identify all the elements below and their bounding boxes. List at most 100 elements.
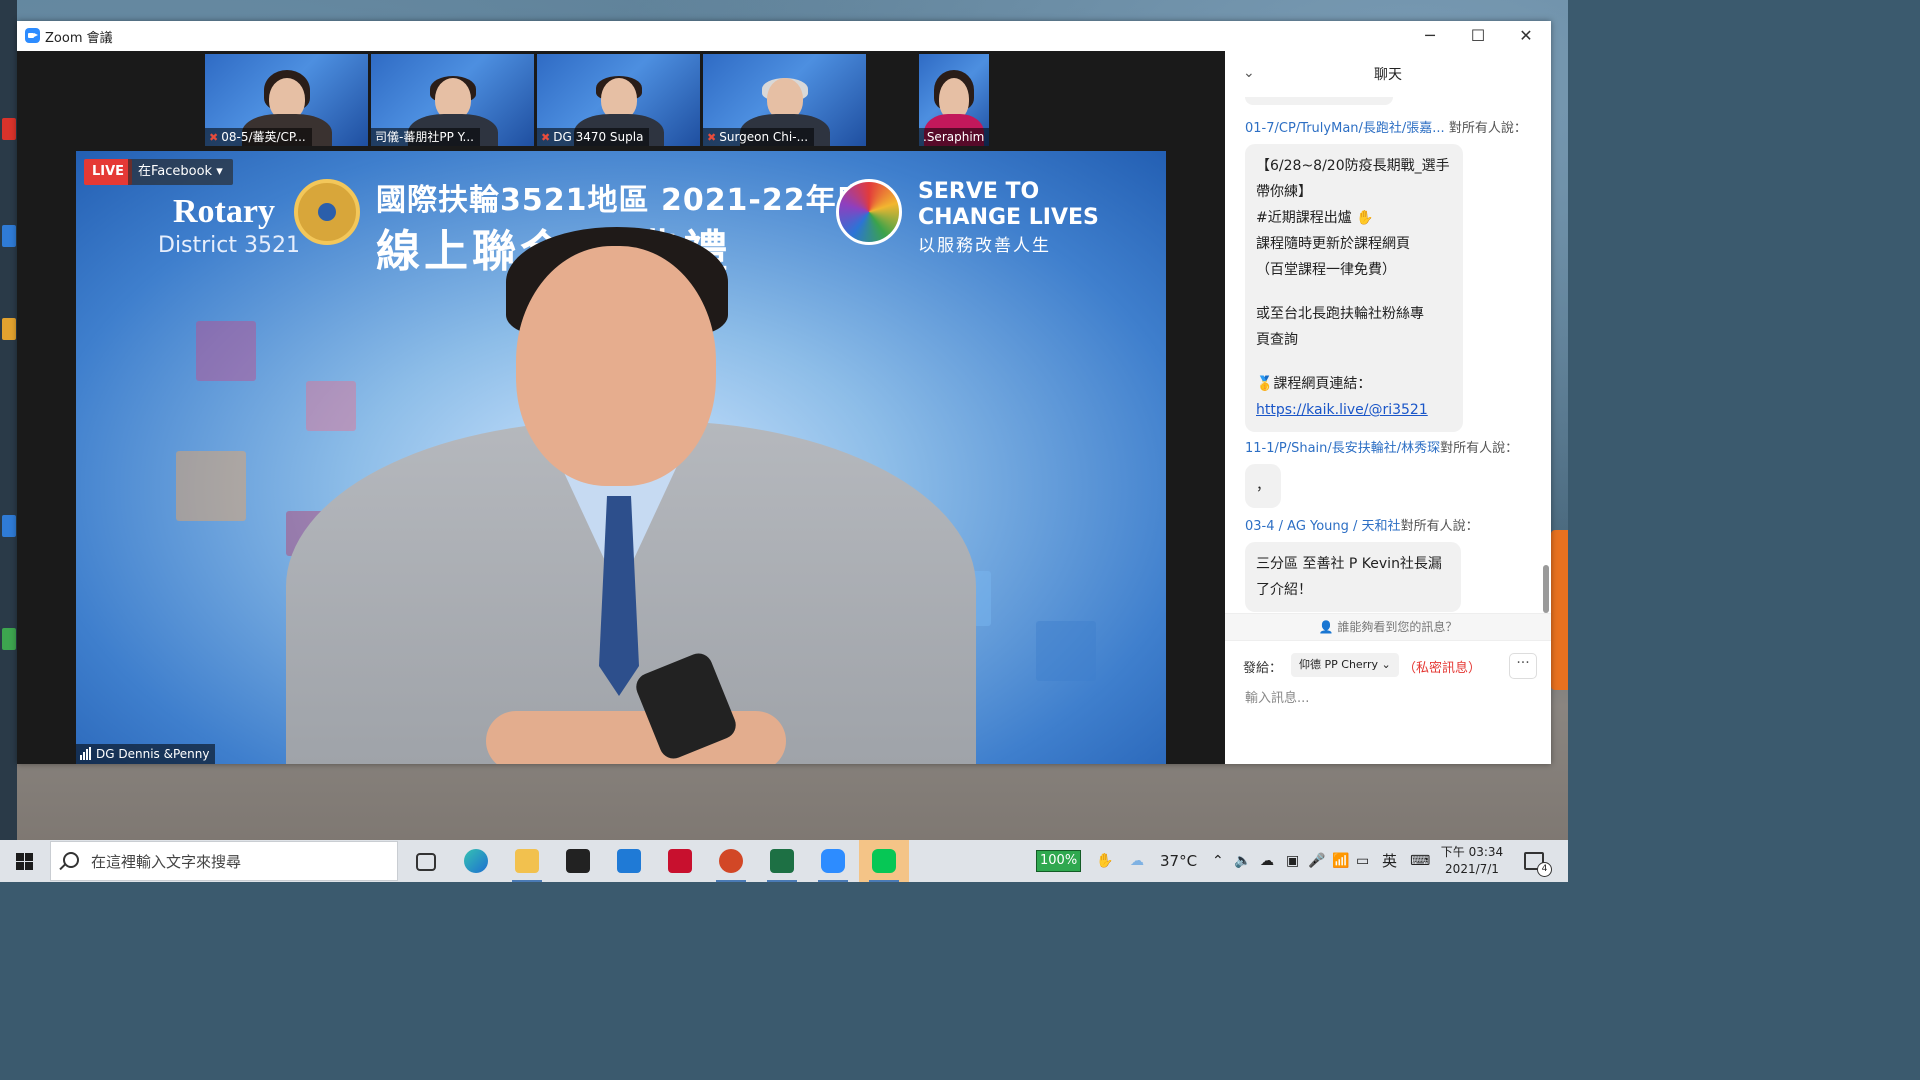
title-bar: Zoom 會議 ─ ☐ ✕ (17, 21, 1551, 52)
mail-icon (617, 849, 641, 873)
app-running-indicator (869, 880, 899, 882)
chat-scrollbar-thumb[interactable] (1543, 565, 1549, 613)
chat-message: 03-4 / AG Young / 天和社對所有人說： 三分區 至善社 P Ke… (1245, 515, 1535, 612)
chat-messages: 01-7/CP/TrulyMan/長跑社/張嘉... 對所有人說： 【6/28~… (1225, 97, 1535, 613)
message-link[interactable]: https://kaik.live/@ri3521 (1256, 402, 1428, 418)
desktop-icon[interactable] (2, 118, 16, 140)
live-target-label: 在Facebook (138, 164, 213, 179)
temperature[interactable]: 37°C (1160, 840, 1197, 882)
desktop-icon[interactable] (2, 225, 16, 247)
maximize-button[interactable]: ☐ (1455, 21, 1501, 51)
message-line: 【6/28~8/20防疫長期戰_選手 (1256, 158, 1450, 174)
who-can-see-text: 誰能夠看到您的訊息？ (1337, 620, 1458, 634)
send-to-label: 發給： (1243, 661, 1283, 676)
window-title: Zoom 會議 (45, 31, 113, 46)
serve-line1: SERVE TO (918, 179, 1040, 204)
participant-thumbnail[interactable]: 司儀-蕃朋社PP Y... (371, 54, 534, 146)
send-to-row: 發給： 仰德 PP Cherry ⌄ （私密訊息） ··· (1243, 651, 1543, 679)
chevron-down-icon: ⌄ (1381, 658, 1391, 671)
participant-name: .Seraphim Ma (923, 130, 989, 144)
search-input[interactable] (89, 850, 393, 874)
task-view-button[interactable] (400, 840, 450, 882)
file-explorer-app[interactable] (502, 840, 552, 882)
recipient-name: 仰德 PP Cherry (1299, 658, 1379, 671)
microphone-icon[interactable]: 🎤 (1308, 840, 1325, 882)
line-app[interactable] (859, 840, 909, 882)
presenter-hands (486, 711, 786, 764)
wifi-icon[interactable]: 📶 (1332, 840, 1349, 882)
participant-name-label: 司儀-蕃朋社PP Y... (371, 128, 480, 146)
more-options-button[interactable]: ··· (1509, 653, 1537, 679)
message-recipient: 對所有人說： (1440, 441, 1519, 456)
rotary-wordmark: Rotary (173, 193, 275, 230)
message-line: 頁查詢 (1256, 332, 1298, 348)
desktop-icon[interactable] (2, 515, 16, 537)
participant-name-label: .Seraphim Ma (919, 128, 989, 146)
powerpoint-app[interactable] (706, 840, 756, 882)
participant-thumbnail[interactable]: .Seraphim Ma (919, 54, 989, 146)
pen-icon[interactable]: ✋ (1096, 840, 1113, 882)
bg-square (196, 321, 256, 381)
side-app-tab[interactable] (1551, 530, 1568, 690)
live-target-dropdown[interactable]: 在Facebook ▾ (128, 159, 233, 185)
edge-app[interactable] (451, 840, 501, 882)
desktop-icon[interactable] (2, 318, 16, 340)
task-view-icon (416, 853, 436, 871)
banner-title-line1: 國際扶輪3521地區 2021-22年度 (376, 183, 868, 218)
speaker-name: DG Dennis &Penny (96, 747, 210, 761)
chat-message-input[interactable] (1243, 685, 1537, 711)
mic-muted-icon: ✖ (707, 131, 717, 144)
folder-icon (515, 849, 539, 873)
onedrive-icon[interactable]: ☁ (1260, 840, 1274, 882)
zoom-app[interactable] (808, 840, 858, 882)
chat-scrollbar[interactable] (1541, 97, 1549, 617)
minimize-button[interactable]: ─ (1407, 21, 1453, 51)
ime-mode-icon[interactable]: ⌨ (1410, 840, 1430, 882)
main-speaker-video[interactable]: Rotary District 3521 國際扶輪3521地區 2021-22年… (76, 151, 1166, 764)
message-bubble: 【6/28~8/20防疫長期戰_選手 帶你練】 #近期課程出爐 ✋ 課程隨時更新… (1245, 144, 1463, 432)
participant-thumbnail[interactable]: ✖ 08-5/蕃英/CP... (205, 54, 368, 146)
mail-app[interactable] (604, 840, 654, 882)
sender-name: 01-7/CP/TrulyMan/長跑社/張嘉... (1245, 121, 1445, 136)
participant-thumbnail[interactable]: ✖ Surgeon Chi-... (703, 54, 866, 146)
app-running-indicator (716, 880, 746, 882)
message-line: 帶你練】 (1256, 184, 1312, 200)
bg-square (1036, 621, 1096, 681)
bg-square (176, 451, 246, 521)
mcafee-app[interactable] (655, 840, 705, 882)
sender-name: 03-4 / AG Young / 天和社 (1245, 519, 1401, 534)
live-badge[interactable]: LIVE (84, 159, 133, 185)
edge-icon (464, 849, 488, 873)
message-line: #近期課程出爐 ✋ (1256, 210, 1374, 226)
chat-panel: ⌄ 聊天 01-7/CP/TrulyMan/長跑社/張嘉... 對所有人說： 【… (1225, 51, 1551, 764)
taskbar-search[interactable] (50, 841, 398, 881)
message-line: （百堂課程一律免費） (1256, 262, 1396, 278)
chat-message: 11-1/P/Shain/長安扶輪社/林秀琛對所有人說： ， (1245, 437, 1535, 508)
device-icon[interactable]: ▣ (1286, 840, 1299, 882)
start-button[interactable] (0, 840, 48, 882)
battery-indicator[interactable]: 100% (1036, 850, 1082, 872)
store-app[interactable] (553, 840, 603, 882)
who-can-see-link[interactable]: 👤 誰能夠看到您的訊息？ (1225, 613, 1551, 641)
message-line: ， (1256, 478, 1270, 494)
speaker-icon[interactable]: 🔈 (1234, 840, 1251, 882)
message-sender: 03-4 / AG Young / 天和社對所有人說： (1245, 515, 1535, 534)
input-language[interactable]: 英 (1382, 840, 1397, 882)
message-line: 課程隨時更新於課程網頁 (1256, 236, 1410, 252)
desktop-icon[interactable] (2, 628, 16, 650)
system-clock[interactable]: 下午 03:34 2021/7/1 (1440, 844, 1504, 878)
excel-app[interactable] (757, 840, 807, 882)
chevron-up-icon[interactable]: ⌃ (1212, 840, 1224, 882)
recipient-dropdown[interactable]: 仰德 PP Cherry ⌄ (1291, 653, 1399, 677)
message-sender: 01-7/CP/TrulyMan/長跑社/張嘉... 對所有人說： (1245, 117, 1535, 136)
battery-icon[interactable]: ▭ (1356, 840, 1369, 882)
participant-thumbnail[interactable]: ✖ DG 3470 Supla (537, 54, 700, 146)
weather-icon[interactable]: ☁ (1130, 840, 1144, 882)
app-running-indicator (767, 880, 797, 882)
video-area: ✖ 08-5/蕃英/CP... 司儀-蕃朋社PP Y... ✖ DG 3470 Su… (17, 51, 1272, 764)
close-button[interactable]: ✕ (1503, 21, 1549, 51)
clock-time: 下午 03:34 (1440, 845, 1504, 859)
excel-icon (770, 849, 794, 873)
